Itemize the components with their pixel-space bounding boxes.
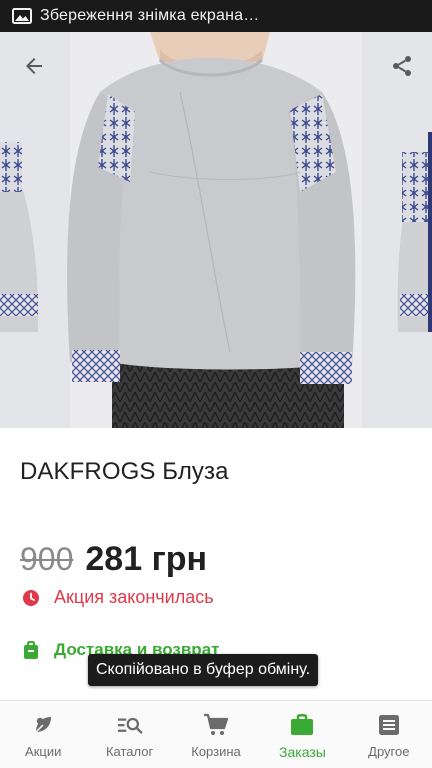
status-notification-text: Збереження знімка екрана… [40,7,260,24]
menu-list-icon [376,712,402,738]
nav-item-cart[interactable]: Корзина [173,701,259,768]
bag-icon [24,640,38,659]
new-price: 281 грн [85,540,208,578]
nav-label: Другое [368,744,410,759]
briefcase-icon [289,712,315,738]
image-icon [12,8,32,24]
nav-item-other[interactable]: Другое [346,701,432,768]
product-image-gallery[interactable] [0,32,432,428]
bottom-navigation: Акции Каталог Корзина Заказы Другое [0,700,432,768]
product-photo [0,32,432,428]
promo-status-row: Акция закончилась [22,587,214,608]
arrow-back-icon [26,58,42,74]
leaf-icon [30,712,56,738]
nav-item-catalog[interactable]: Каталог [86,701,172,768]
promo-status-text: Акция закончилась [54,587,214,607]
nav-label: Каталог [105,744,154,759]
screen: Збереження знімка екрана… DAKFROGS Блуза… [0,0,432,768]
nav-label: Акции [25,744,62,759]
cart-icon [203,712,229,738]
toast-message: Скопійовано в буфер обміну. [88,654,319,686]
clock-icon [23,589,39,606]
nav-item-promotions[interactable]: Акции [0,701,86,768]
catalog-search-icon [117,712,143,738]
share-icon [393,56,411,76]
share-button[interactable] [382,46,422,86]
price-row: 900 281 грн [20,540,207,579]
nav-item-orders[interactable]: Заказы [259,701,345,768]
back-button[interactable] [14,46,54,86]
old-price: 900 [20,541,74,577]
nav-label: Корзина [191,744,241,759]
status-bar: Збереження знімка екрана… [0,0,432,32]
nav-label: Заказы [279,744,326,760]
product-title: DAKFROGS Блуза [20,458,229,485]
